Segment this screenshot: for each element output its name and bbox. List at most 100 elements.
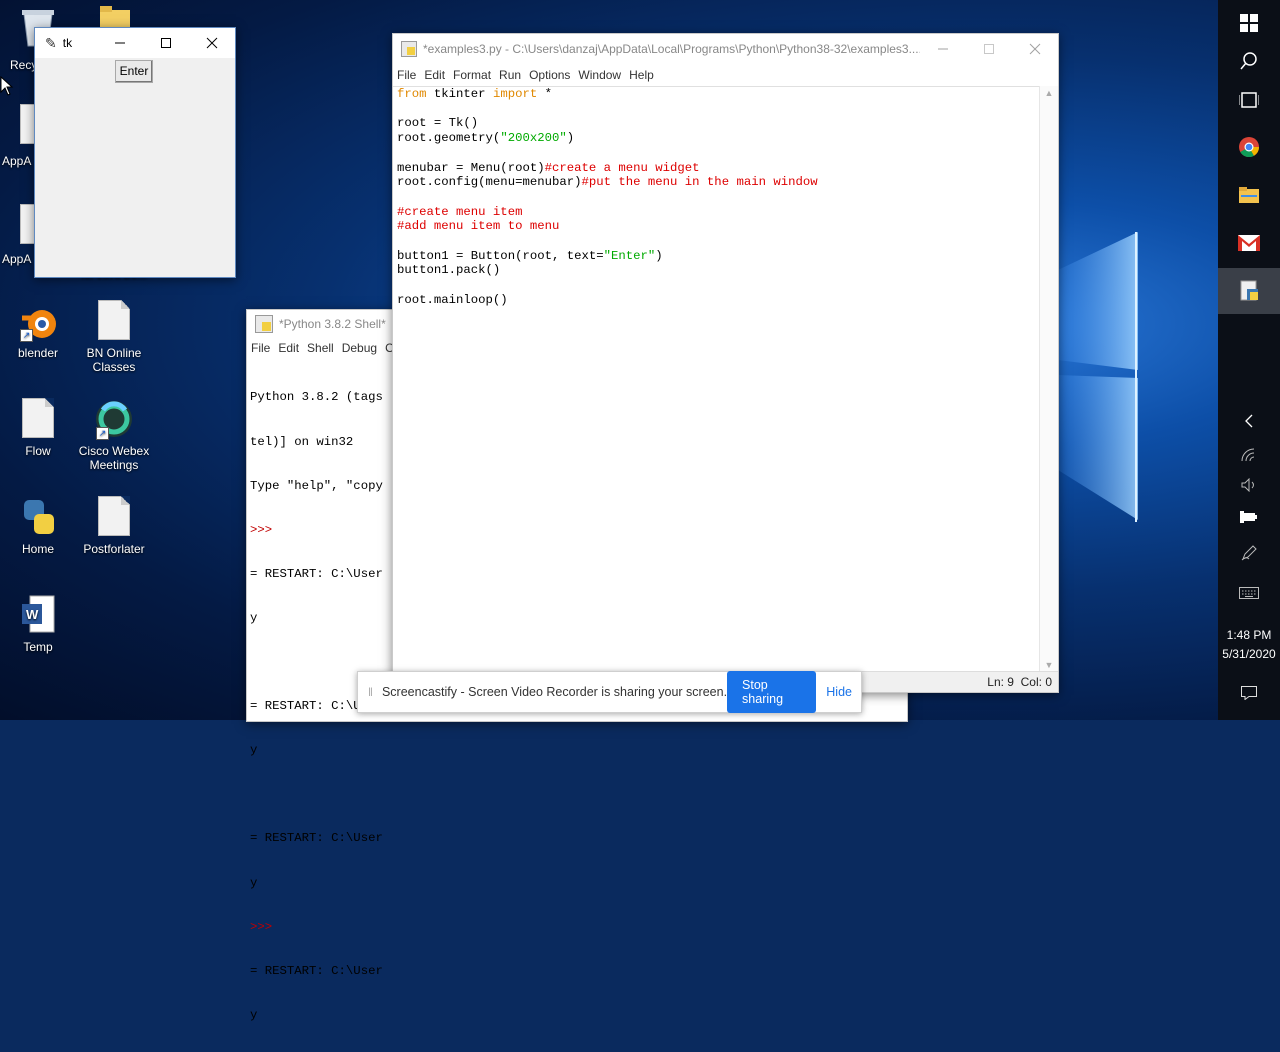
desktop-icon-postforlater[interactable]: Postforlater — [76, 496, 152, 556]
editor-title: *examples3.py - C:\Users\danzaj\AppData\… — [423, 42, 920, 56]
hide-button[interactable]: Hide — [826, 685, 852, 699]
windows-logo-icon — [1240, 14, 1258, 32]
task-view-button[interactable] — [1218, 77, 1280, 123]
editor-menu-file[interactable]: File — [397, 68, 416, 82]
webex-icon: ↗ — [94, 398, 134, 440]
task-view-icon — [1239, 92, 1259, 108]
idle-python-icon — [1240, 280, 1258, 301]
speaker-icon — [1241, 478, 1254, 492]
document-icon — [18, 398, 58, 440]
blender-icon: ↗ — [18, 300, 58, 342]
scroll-up-arrow-icon[interactable]: ▲ — [1040, 86, 1058, 100]
drag-handle-icon[interactable]: ‖ — [368, 685, 374, 699]
editor-menu-help[interactable]: Help — [629, 68, 654, 82]
shell-prompt: >>> — [250, 919, 273, 934]
desktop-icon-bn-online-classes[interactable]: BN Online Classes — [76, 300, 152, 374]
tk-minimize-button[interactable] — [97, 28, 143, 58]
desktop-icon-label: Temp — [23, 640, 53, 654]
idle-app-icon — [401, 41, 417, 57]
editor-menu-window[interactable]: Window — [578, 68, 621, 82]
taskbar-chrome[interactable] — [1218, 124, 1280, 170]
tk-maximize-button[interactable] — [143, 28, 189, 58]
tk-close-button[interactable] — [189, 28, 235, 58]
shell-line: y — [250, 1007, 258, 1022]
svg-text:W: W — [26, 607, 39, 622]
close-icon — [1029, 43, 1041, 55]
clock-date: 5/31/2020 — [1222, 647, 1276, 661]
desktop-icon-temp[interactable]: W Temp — [0, 594, 76, 654]
editor-menu-format[interactable]: Format — [453, 68, 491, 82]
scroll-down-arrow-icon[interactable]: ▼ — [1040, 658, 1058, 672]
stop-sharing-button[interactable]: Stop sharing — [727, 671, 817, 713]
editor-menu-run[interactable]: Run — [499, 68, 521, 82]
search-icon — [1240, 52, 1257, 70]
desktop-icon-cisco-webex[interactable]: ↗ Cisco Webex Meetings — [76, 398, 152, 472]
close-button[interactable] — [1012, 34, 1058, 64]
minimize-icon — [115, 42, 125, 44]
desktop-icon-label: Cisco Webex Meetings — [78, 444, 150, 472]
editor-text-area[interactable]: from tkinter import * root = Tk() root.g… — [393, 86, 1039, 673]
editor-scrollbar[interactable]: ▲ ▼ — [1039, 86, 1058, 672]
tk-title: tk — [62, 36, 73, 50]
minimize-button[interactable] — [920, 34, 966, 64]
close-icon — [206, 37, 218, 49]
taskbar-idle[interactable] — [1218, 268, 1280, 314]
shell-line: y — [250, 743, 258, 758]
desktop-icon-label: Home — [21, 542, 54, 556]
tk-window[interactable]: ✎ tk Enter — [34, 27, 236, 278]
notification-icon — [1241, 686, 1257, 700]
battery-icon — [1240, 511, 1257, 523]
keyboard-icon — [1239, 587, 1259, 599]
sharing-message: Screencastify - Screen Video Recorder is… — [381, 685, 728, 699]
shortcut-arrow-icon: ↗ — [20, 329, 33, 342]
taskbar: 1:48 PM 5/31/2020 — [1218, 0, 1280, 720]
editor-menubar: File Edit Format Run Options Window Help — [393, 64, 1058, 86]
shell-menu-shell[interactable]: Shell — [307, 341, 334, 355]
shortcut-arrow-icon: ↗ — [96, 427, 109, 440]
taskbar-gmail[interactable] — [1218, 220, 1280, 266]
desktop-icon-blender[interactable]: ↗ blender — [0, 300, 76, 360]
desktop-icon-label: blender — [17, 346, 59, 360]
maximize-button[interactable] — [966, 34, 1012, 64]
idle-editor-window[interactable]: *examples3.py - C:\Users\danzaj\AppData\… — [392, 33, 1059, 693]
python-icon — [18, 496, 58, 538]
desktop-icon-label: Postforlater — [83, 542, 145, 556]
desktop-icon-label: AppA — [2, 154, 32, 168]
tk-titlebar[interactable]: ✎ tk — [35, 28, 235, 58]
action-center-button[interactable] — [1218, 670, 1280, 716]
idle-app-icon — [255, 315, 273, 333]
desktop-icon-home[interactable]: Home — [0, 496, 76, 556]
maximize-icon — [984, 44, 994, 54]
tk-enter-button[interactable]: Enter — [115, 60, 153, 83]
desktop-icon-label: BN Online Classes — [86, 346, 142, 374]
editor-menu-options[interactable]: Options — [529, 68, 570, 82]
chrome-icon — [1239, 137, 1260, 158]
maximize-icon — [161, 38, 171, 48]
cursor-position: Ln: 9 Col: 0 — [987, 675, 1052, 689]
shell-menu-file[interactable]: File — [251, 341, 270, 355]
screencastify-sharing-bar: ‖ Screencastify - Screen Video Recorder … — [357, 671, 862, 713]
minimize-icon — [938, 48, 948, 50]
folder-icon — [1239, 187, 1259, 203]
shell-menu-edit[interactable]: Edit — [278, 341, 299, 355]
clock[interactable]: 1:48 PM 5/31/2020 — [1218, 626, 1280, 664]
document-icon — [94, 300, 134, 342]
shell-line: = RESTART: C:\User — [250, 831, 383, 846]
taskbar-file-explorer[interactable] — [1218, 172, 1280, 218]
shell-line: y — [250, 875, 258, 890]
chevron-left-icon — [1245, 414, 1253, 428]
shell-menu-debug[interactable]: Debug — [342, 341, 377, 355]
gmail-icon — [1238, 235, 1260, 251]
touch-keyboard-button[interactable] — [1218, 570, 1280, 616]
pen-icon — [1241, 545, 1257, 561]
mouse-cursor-icon — [0, 76, 14, 96]
editor-titlebar[interactable]: *examples3.py - C:\Users\danzaj\AppData\… — [393, 34, 1058, 64]
desktop-icon-flow[interactable]: Flow — [0, 398, 76, 458]
feather-icon: ✎ — [45, 34, 57, 51]
clock-time: 1:48 PM — [1226, 628, 1272, 642]
editor-menu-edit[interactable]: Edit — [424, 68, 445, 82]
shell-line: = RESTART: C:\User — [250, 963, 383, 978]
document-icon — [94, 496, 134, 538]
desktop-icon-label: AppA — [2, 252, 32, 266]
